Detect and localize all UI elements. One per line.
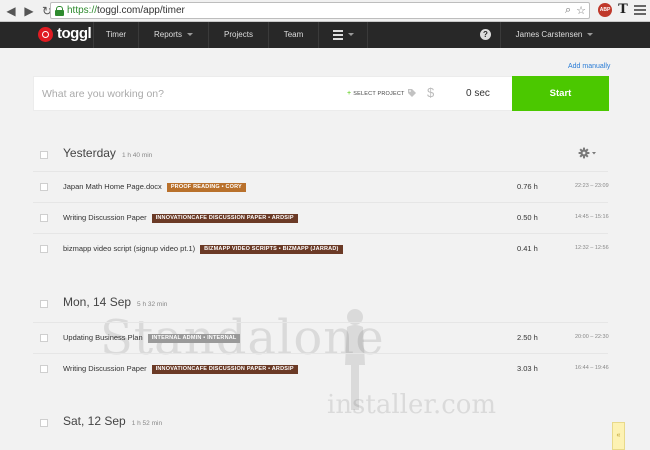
timer-duration: 0 sec (466, 88, 490, 99)
search-icon[interactable]: ⌕ (565, 4, 571, 17)
day-total: 5 h 32 min (137, 301, 168, 308)
day-checkbox[interactable] (40, 419, 48, 427)
description-input[interactable] (42, 77, 332, 110)
project-tag[interactable]: INNOVATIONCAFE DISCUSSION PAPER • ARDSIP (151, 214, 298, 223)
chevron-down-icon (587, 33, 594, 37)
toggl-logo[interactable]: toggl (38, 25, 92, 42)
user-name: James Carstensen (515, 30, 583, 39)
select-project-label: SELECT PROJECT (353, 91, 405, 97)
select-project-button[interactable]: + SELECT PROJECT (347, 90, 405, 97)
nav-projects[interactable]: Projects (208, 22, 268, 48)
adblock-icon[interactable]: ABP (598, 3, 612, 17)
entry-description[interactable]: Writing Discussion Paper INNOVATIONCAFE D… (63, 213, 298, 223)
entry-time-range[interactable]: 12:32 – 12:56 (575, 245, 609, 251)
browser-toolbar: ◀ ▶ ↻ https://toggl.com/app/timer ⌕ ☆ AB… (0, 0, 650, 22)
entry-duration[interactable]: 0.76 h (517, 182, 538, 191)
app-header: toggl Timer Reports Projects Team ? Jame… (0, 22, 650, 48)
start-button[interactable]: Start (512, 76, 609, 111)
nav-projects-label: Projects (224, 30, 253, 39)
time-entry-row[interactable]: bizmapp video script (signup video pt.1)… (33, 233, 609, 263)
scroll-to-top-button[interactable]: « (612, 422, 625, 450)
timer-bar: +SELECT PROJECT $ 0 sec Start (33, 76, 609, 111)
entry-description[interactable]: bizmapp video script (signup video pt.1)… (63, 244, 343, 254)
power-icon (38, 26, 53, 42)
entry-description[interactable]: Updating Business Plan INTERNAL ADMIN • I… (63, 333, 241, 343)
forward-icon[interactable]: ▶ (22, 4, 36, 18)
nav-more-menu[interactable] (318, 22, 368, 48)
browser-menu-icon[interactable] (634, 3, 646, 17)
entry-description[interactable]: Japan Math Home Page.docx PROOF READING •… (63, 182, 246, 192)
nav-team-label: Team (283, 30, 304, 39)
entry-checkbox[interactable] (40, 334, 48, 342)
project-tag[interactable]: BIZMAPP VIDEO SCRIPTS • BIZMAPP (JARRAD) (200, 245, 343, 254)
day-total: 1 h 40 min (121, 152, 153, 159)
billable-dollar-icon[interactable]: $ (427, 85, 434, 100)
entry-time-range[interactable]: 22:23 – 23:09 (575, 183, 609, 189)
time-entry-row[interactable]: Japan Math Home Page.docx PROOF READING •… (33, 171, 609, 201)
nav-timer-label: Timer (105, 30, 127, 39)
nav-reports[interactable]: Reports (138, 22, 208, 48)
day-title: Sat, 12 Sep 1 h 52 min (63, 414, 163, 428)
day-checkbox[interactable] (40, 300, 48, 308)
chevron-down-icon (347, 33, 354, 37)
gear-icon[interactable] (578, 147, 598, 159)
nav-team[interactable]: Team (268, 22, 318, 48)
entry-duration[interactable]: 0.50 h (517, 213, 538, 222)
entry-time-range[interactable]: 14:45 – 15:16 (575, 214, 609, 220)
time-entry-row[interactable]: Updating Business Plan INTERNAL ADMIN • I… (33, 322, 609, 352)
entry-checkbox[interactable] (40, 365, 48, 373)
logo-text: toggl (57, 25, 92, 42)
project-tag[interactable]: INTERNAL ADMIN • INTERNAL (147, 334, 241, 343)
address-bar[interactable]: https://toggl.com/app/timer ⌕ ☆ (50, 2, 590, 19)
lock-icon (55, 5, 64, 16)
add-manually-link[interactable]: Add manually (568, 63, 610, 70)
entry-time-range[interactable]: 20:00 – 22:30 (575, 334, 609, 340)
project-tag[interactable]: INNOVATIONCAFE DISCUSSION PAPER • ARDSIP (151, 365, 298, 374)
entry-duration[interactable]: 2.50 h (517, 333, 538, 342)
nav-reports-label: Reports (153, 30, 182, 39)
extension-t-icon[interactable]: T (617, 3, 629, 17)
day-header: Mon, 14 Sep 5 h 32 min (40, 295, 615, 315)
entry-duration[interactable]: 0.41 h (517, 244, 538, 253)
time-entry-row[interactable]: Writing Discussion Paper INNOVATIONCAFE D… (33, 353, 609, 383)
url-scheme: https:// (67, 5, 98, 16)
day-header: Sat, 12 Sep 1 h 52 min (40, 414, 615, 434)
day-checkbox[interactable] (40, 151, 48, 159)
day-title: Yesterday 1 h 40 min (63, 146, 153, 160)
menu-icon (332, 28, 343, 42)
nav-timer[interactable]: Timer (93, 22, 138, 48)
day-title: Mon, 14 Sep 5 h 32 min (63, 295, 168, 309)
entry-checkbox[interactable] (40, 245, 48, 253)
entry-checkbox[interactable] (40, 214, 48, 222)
day-header: Yesterday 1 h 40 min (40, 146, 615, 166)
chevron-down-icon (187, 33, 193, 37)
star-icon[interactable]: ☆ (576, 4, 586, 17)
tag-icon[interactable] (407, 88, 417, 98)
entry-time-range[interactable]: 16:44 – 19:46 (575, 365, 609, 371)
plus-icon: + (347, 90, 352, 97)
entry-duration[interactable]: 3.03 h (517, 364, 538, 373)
day-total: 1 h 52 min (131, 420, 163, 427)
entry-checkbox[interactable] (40, 183, 48, 191)
user-menu[interactable]: James Carstensen (500, 22, 608, 48)
back-icon[interactable]: ◀ (4, 4, 18, 18)
entry-description[interactable]: Writing Discussion Paper INNOVATIONCAFE D… (63, 364, 298, 374)
project-tag[interactable]: PROOF READING • CORY (166, 183, 246, 192)
url-text: toggl.com/app/timer (97, 5, 185, 16)
help-icon[interactable]: ? (480, 29, 491, 40)
time-entry-row[interactable]: Writing Discussion Paper INNOVATIONCAFE D… (33, 202, 609, 232)
